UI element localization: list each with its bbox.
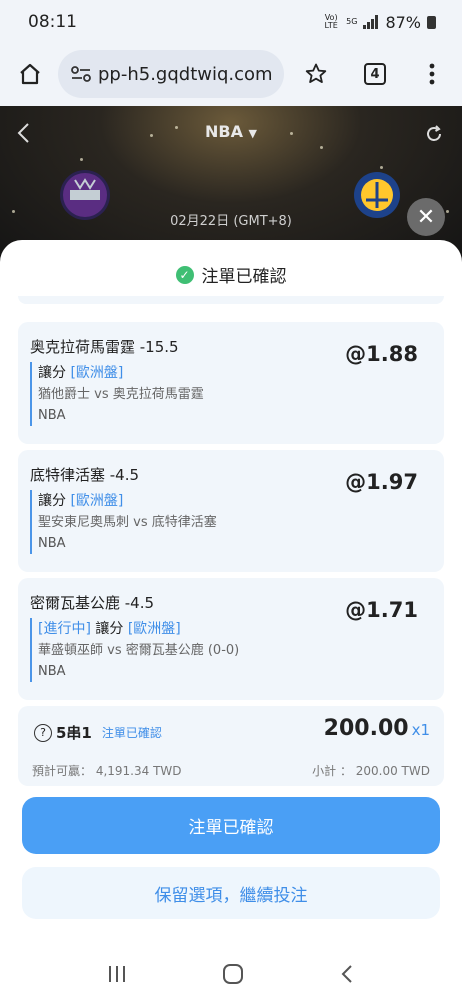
check-circle-icon: ✓ [175, 265, 194, 284]
signal-icon [363, 15, 379, 29]
battery-icon [427, 15, 436, 29]
bet-odds: @1.71 [345, 598, 418, 622]
status-time: 08:11 [28, 12, 77, 32]
url-text: pp-h5.gqdtwiq.com [98, 63, 273, 85]
stake-amount: 200.00 x1 [324, 716, 430, 741]
close-button[interactable]: ✕ [407, 198, 445, 236]
odds-format: [歐洲盤] [70, 493, 124, 509]
summary-status: 注單已確認 [101, 726, 162, 740]
bet-detail: [進行中] 讓分 [歐洲盤] 華盛頓巫師 vs 密爾瓦基公鹿 (0-0) NBA [30, 618, 239, 682]
bet-matchup: 華盛頓巫師 vs 密爾瓦基公鹿 (0-0) [38, 643, 240, 658]
stake-value: 200.00 [323, 716, 409, 741]
scroll-edge [18, 296, 444, 304]
close-icon: ✕ [416, 204, 436, 230]
back-nav-icon[interactable] [341, 964, 353, 984]
bookmark-star-icon[interactable] [296, 54, 336, 94]
address-bar[interactable]: pp-h5.gqdtwiq.com [58, 50, 284, 98]
parlay-info: ? 5串1 注單已確認 [34, 722, 162, 743]
bet-confirmation-sheet: ✓ 注單已確認 奥克拉荷馬雷霆 -15.5 @1.88 讓分 [歐洲盤] 猶他爵… [0, 240, 462, 948]
bet-league: NBA [38, 408, 66, 423]
confirm-button[interactable]: 注單已確認 [22, 797, 440, 854]
bet-type: 讓分 [38, 493, 66, 509]
bet-type: 讓分 [38, 365, 66, 381]
keep-selection-button[interactable]: 保留選項，繼續投注 [22, 867, 440, 919]
bet-type: 讓分 [95, 621, 124, 637]
more-menu-icon[interactable] [412, 54, 452, 94]
parlay-type: 5串1 [56, 724, 92, 742]
bet-type-line: 讓分 [歐洲盤] [38, 490, 217, 512]
refresh-icon[interactable] [424, 124, 444, 144]
battery-percent: 87% [385, 12, 421, 32]
bet-card: 密爾瓦基公鹿 -4.5 @1.71 [進行中] 讓分 [歐洲盤] 華盛頓巫師 v… [18, 578, 444, 700]
chevron-down-icon: ▼ [248, 127, 257, 140]
league-selector[interactable]: NBA ▼ [0, 122, 462, 141]
help-icon[interactable]: ? [34, 723, 52, 742]
status-indicators: Vo) LTE 5G 87% [322, 13, 436, 32]
5g-indicator: 5G [346, 17, 358, 26]
league-label: NBA [204, 122, 243, 141]
bet-detail: 讓分 [歐洲盤] 聖安東尼奧馬刺 vs 底特律活塞 NBA [30, 490, 217, 554]
odds-format: [歐洲盤] [127, 621, 181, 637]
sheet-header: ✓ 注單已確認 [0, 262, 462, 287]
sheet-title: 注單已確認 [201, 267, 287, 287]
summary-totals: 預計可贏： 4,191.34 TWD 小計 ： 200.00 TWD [32, 762, 430, 779]
stake-multiplier: x1 [411, 721, 430, 739]
bet-odds: @1.88 [345, 342, 418, 366]
bet-card: 奥克拉荷馬雷霆 -15.5 @1.88 讓分 [歐洲盤] 猶他爵士 vs 奥克拉… [18, 322, 444, 444]
bet-detail: 讓分 [歐洲盤] 猶他爵士 vs 奥克拉荷馬雷霆 NBA [30, 362, 204, 426]
potential-win: 預計可贏： 4,191.34 TWD [32, 764, 182, 778]
tab-count: 4 [364, 63, 386, 85]
home-icon[interactable] [10, 54, 50, 94]
bet-type-line: 讓分 [歐洲盤] [38, 362, 204, 384]
bet-matchup: 猶他爵士 vs 奥克拉荷馬雷霆 [38, 387, 204, 402]
system-nav-bar [0, 948, 462, 1000]
volte-indicator: Vo) LTE [324, 13, 338, 30]
bet-matchup: 聖安東尼奧馬刺 vs 底特律活塞 [38, 515, 217, 530]
tabs-button[interactable]: 4 [355, 54, 395, 94]
bet-league: NBA [38, 536, 66, 551]
live-status: [進行中] [38, 621, 91, 637]
site-settings-icon[interactable] [70, 65, 92, 83]
bet-league: NBA [38, 664, 66, 679]
browser-toolbar: pp-h5.gqdtwiq.com 4 [0, 44, 462, 106]
bet-odds: @1.97 [345, 470, 418, 494]
bet-summary: ? 5串1 注單已確認 200.00 x1 預計可贏： 4,191.34 TWD … [18, 706, 444, 786]
home-nav-icon[interactable] [223, 964, 243, 984]
bet-card: 底特律活塞 -4.5 @1.97 讓分 [歐洲盤] 聖安東尼奧馬刺 vs 底特律… [18, 450, 444, 572]
recent-apps-icon[interactable] [109, 966, 125, 982]
status-bar: 08:11 Vo) LTE 5G 87% [0, 0, 462, 44]
odds-format: [歐洲盤] [70, 365, 124, 381]
bet-type-line: [進行中] 讓分 [歐洲盤] [38, 618, 239, 640]
subtotal: 小計 ： 200.00 TWD [312, 764, 430, 778]
game-date: 02月22日 (GMT+8) [170, 214, 292, 229]
